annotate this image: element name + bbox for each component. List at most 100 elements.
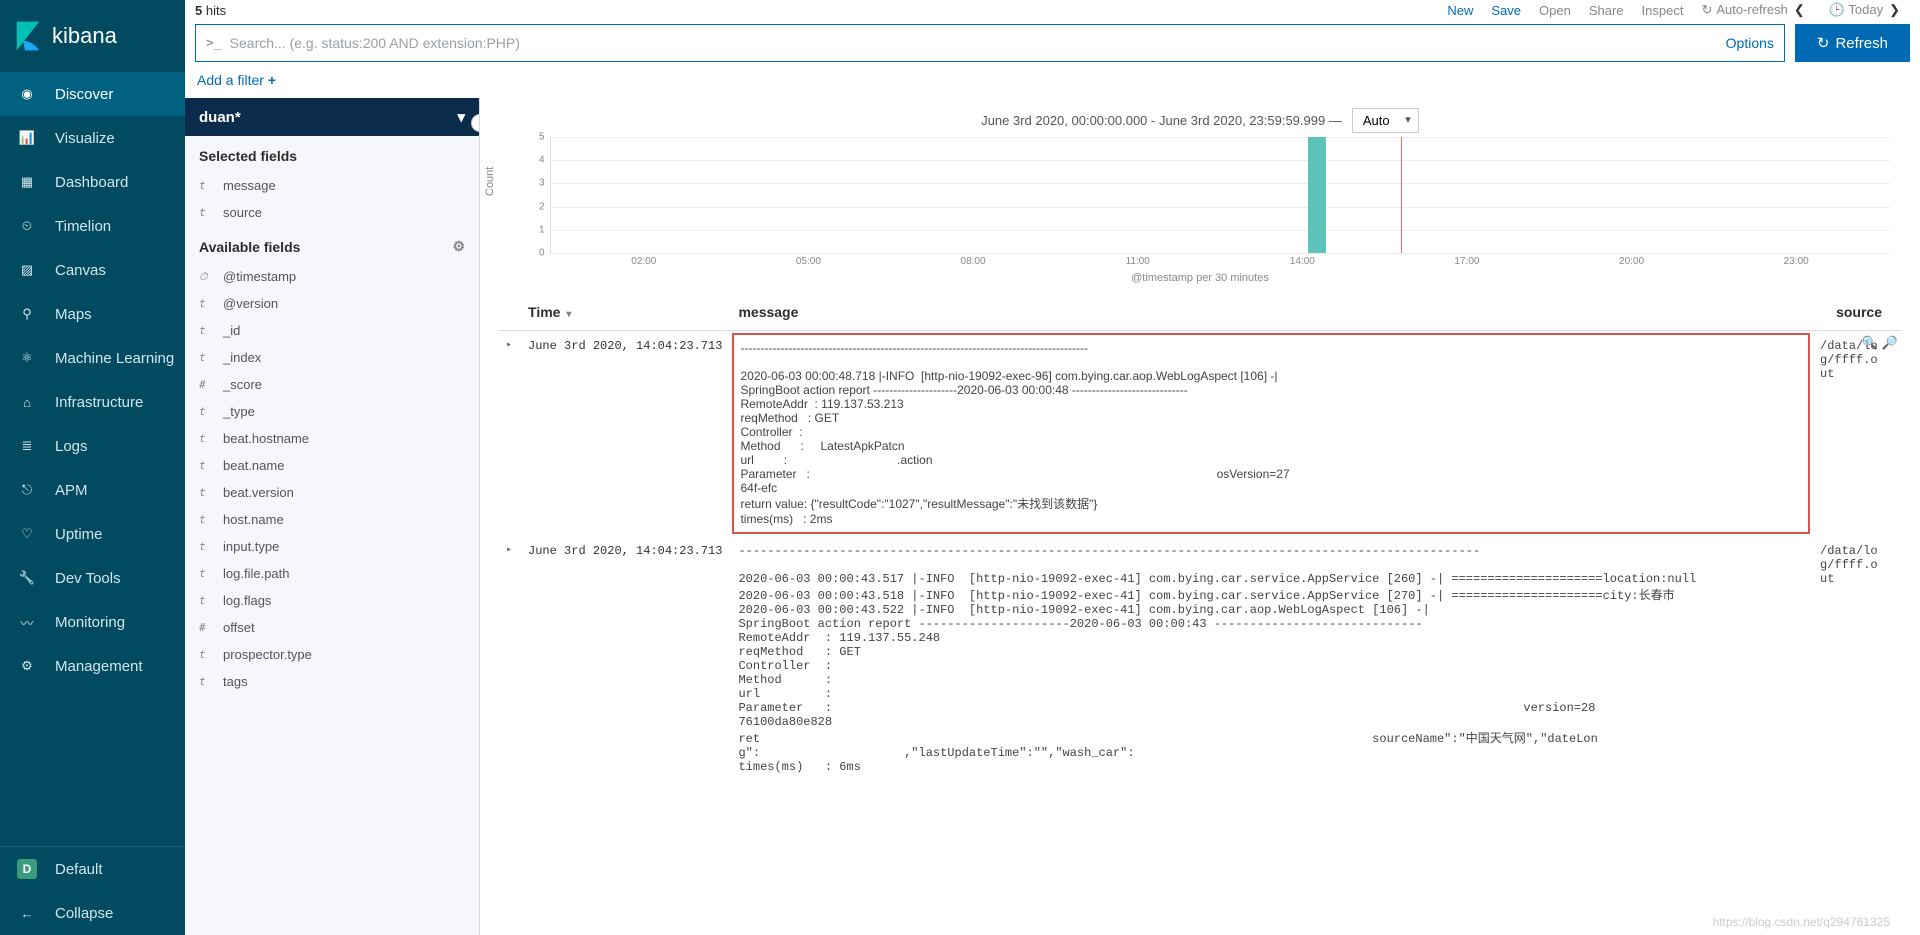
expand-row-icon[interactable]: ▸: [498, 536, 520, 782]
field-source[interactable]: tsource: [185, 199, 479, 226]
save-button[interactable]: Save: [1491, 3, 1521, 18]
column-time[interactable]: Time ▾: [520, 294, 730, 331]
watermark: https://blog.csdn.net/q294761325: [1713, 915, 1890, 929]
add-filter-link[interactable]: Add a filter +: [197, 72, 276, 88]
chevron-down-icon: ▾: [457, 108, 465, 126]
nav-icon: ≣: [17, 436, 37, 456]
time-prev-icon[interactable]: ❮: [1794, 2, 1805, 18]
histogram-chart[interactable]: Count 012345 02:0005:0008:0011:0014:0017…: [530, 137, 1890, 282]
field-type-icon: t: [199, 179, 213, 192]
nav-icon: ▦: [17, 172, 37, 192]
nav-dev-tools[interactable]: 🔧Dev Tools: [0, 556, 185, 600]
nav-dashboard[interactable]: ▦Dashboard: [0, 160, 185, 204]
field--score[interactable]: #_score: [185, 371, 479, 398]
time-next-icon[interactable]: ❯: [1889, 2, 1900, 18]
nav-infrastructure[interactable]: ⌂Infrastructure: [0, 380, 185, 424]
field-tags[interactable]: ttags: [185, 668, 479, 695]
nav-icon: 〰: [17, 612, 37, 632]
field-offset[interactable]: #offset: [185, 614, 479, 641]
nav-uptime[interactable]: ♡Uptime: [0, 512, 185, 556]
nav-visualize[interactable]: 📊Visualize: [0, 116, 185, 160]
zoom-in-icon[interactable]: 🔍: [1862, 335, 1878, 350]
column-message[interactable]: message: [730, 294, 1812, 331]
field-beat-hostname[interactable]: tbeat.hostname: [185, 425, 479, 452]
nav-apm[interactable]: ⎋APM: [0, 468, 185, 512]
index-pattern-selector[interactable]: duan* ▾: [185, 98, 479, 136]
field-beat-name[interactable]: tbeat.name: [185, 452, 479, 479]
field-type-icon: t: [199, 459, 213, 472]
interval-select[interactable]: Auto: [1352, 108, 1419, 133]
field--version[interactable]: t@version: [185, 290, 479, 317]
table-row: ▸ June 3rd 2020, 14:04:23.713 ----------…: [498, 331, 1902, 537]
open-button[interactable]: Open: [1539, 3, 1571, 18]
prompt-icon: >_: [206, 36, 222, 51]
nav-icon: ▨: [17, 260, 37, 280]
new-button[interactable]: New: [1447, 3, 1473, 18]
time-cell: June 3rd 2020, 14:04:23.713: [520, 536, 730, 782]
time-picker[interactable]: 🕒 Today: [1829, 2, 1883, 18]
available-fields-header: Available fields ⚙: [185, 226, 479, 263]
field--type[interactable]: t_type: [185, 398, 479, 425]
field-type-icon: t: [199, 594, 213, 607]
field--timestamp[interactable]: ⏱@timestamp: [185, 263, 479, 290]
collapse-nav[interactable]: ← Collapse: [0, 891, 185, 935]
fields-panel: duan* ▾ ‹ Selected fields tmessagetsourc…: [185, 98, 480, 935]
field-type-icon: t: [199, 405, 213, 418]
side-navigation: kibana ◉Discover📊Visualize▦Dashboard⏲Tim…: [0, 0, 185, 935]
field-message[interactable]: tmessage: [185, 172, 479, 199]
field--id[interactable]: t_id: [185, 317, 479, 344]
field-type-icon: t: [199, 351, 213, 364]
top-toolbar: 5 hits New Save Open Share Inspect ↻Auto…: [185, 0, 1920, 20]
space-selector[interactable]: D Default: [0, 847, 185, 891]
column-source[interactable]: source: [1812, 294, 1902, 331]
field--index[interactable]: t_index: [185, 344, 479, 371]
field-host-name[interactable]: thost.name: [185, 506, 479, 533]
time-range-label: June 3rd 2020, 00:00:00.000 - June 3rd 2…: [981, 113, 1342, 128]
nav-machine-learning[interactable]: ⚛Machine Learning: [0, 336, 185, 380]
source-cell: 🔍🔎/data/lo g/ffff.o ut: [1812, 331, 1902, 537]
field-log-file-path[interactable]: tlog.file.path: [185, 560, 479, 587]
refresh-cycle-icon: ↻: [1701, 2, 1712, 17]
refresh-button[interactable]: ↻ Refresh: [1795, 24, 1910, 62]
field-prospector-type[interactable]: tprospector.type: [185, 641, 479, 668]
message-cell: ----------------------------------------…: [730, 331, 1812, 537]
auto-refresh-button[interactable]: ↻Auto-refresh: [1701, 2, 1787, 18]
nav-icon: ⚙: [17, 656, 37, 676]
share-button[interactable]: Share: [1589, 3, 1624, 18]
brand-logo[interactable]: kibana: [0, 0, 185, 72]
expand-row-icon[interactable]: ▸: [498, 331, 520, 537]
nav-icon: ⎋: [17, 480, 37, 500]
search-input[interactable]: [230, 35, 1718, 51]
nav-monitoring[interactable]: 〰Monitoring: [0, 600, 185, 644]
field-type-icon: ⏱: [199, 270, 213, 284]
field-beat-version[interactable]: tbeat.version: [185, 479, 479, 506]
field-type-icon: t: [199, 297, 213, 310]
search-box[interactable]: >_ Options: [195, 24, 1785, 62]
nav-icon: ⏲: [17, 216, 37, 236]
nav-logs[interactable]: ≣Logs: [0, 424, 185, 468]
gear-icon[interactable]: ⚙: [452, 238, 465, 255]
hit-count: 5 hits: [195, 3, 226, 18]
field-type-icon: #: [199, 621, 213, 634]
field-type-icon: t: [199, 648, 213, 661]
field-type-icon: t: [199, 513, 213, 526]
zoom-out-icon[interactable]: 🔎: [1882, 335, 1898, 350]
arrow-left-icon: ←: [17, 903, 37, 923]
message-cell: ----------------------------------------…: [730, 536, 1812, 782]
nav-maps[interactable]: ⚲Maps: [0, 292, 185, 336]
y-axis-label: Count: [484, 166, 496, 195]
nav-discover[interactable]: ◉Discover: [0, 72, 185, 116]
inspect-button[interactable]: Inspect: [1642, 3, 1684, 18]
field-input-type[interactable]: tinput.type: [185, 533, 479, 560]
nav-icon: ⌂: [17, 392, 37, 412]
table-row: ▸ June 3rd 2020, 14:04:23.713 ----------…: [498, 536, 1902, 782]
chart-bar[interactable]: [1308, 137, 1326, 253]
field-log-flags[interactable]: tlog.flags: [185, 587, 479, 614]
nav-canvas[interactable]: ▨Canvas: [0, 248, 185, 292]
field-type-icon: t: [199, 540, 213, 553]
search-options[interactable]: Options: [1726, 35, 1774, 51]
field-type-icon: t: [199, 675, 213, 688]
nav-timelion[interactable]: ⏲Timelion: [0, 204, 185, 248]
space-badge: D: [17, 859, 37, 879]
nav-management[interactable]: ⚙Management: [0, 644, 185, 688]
